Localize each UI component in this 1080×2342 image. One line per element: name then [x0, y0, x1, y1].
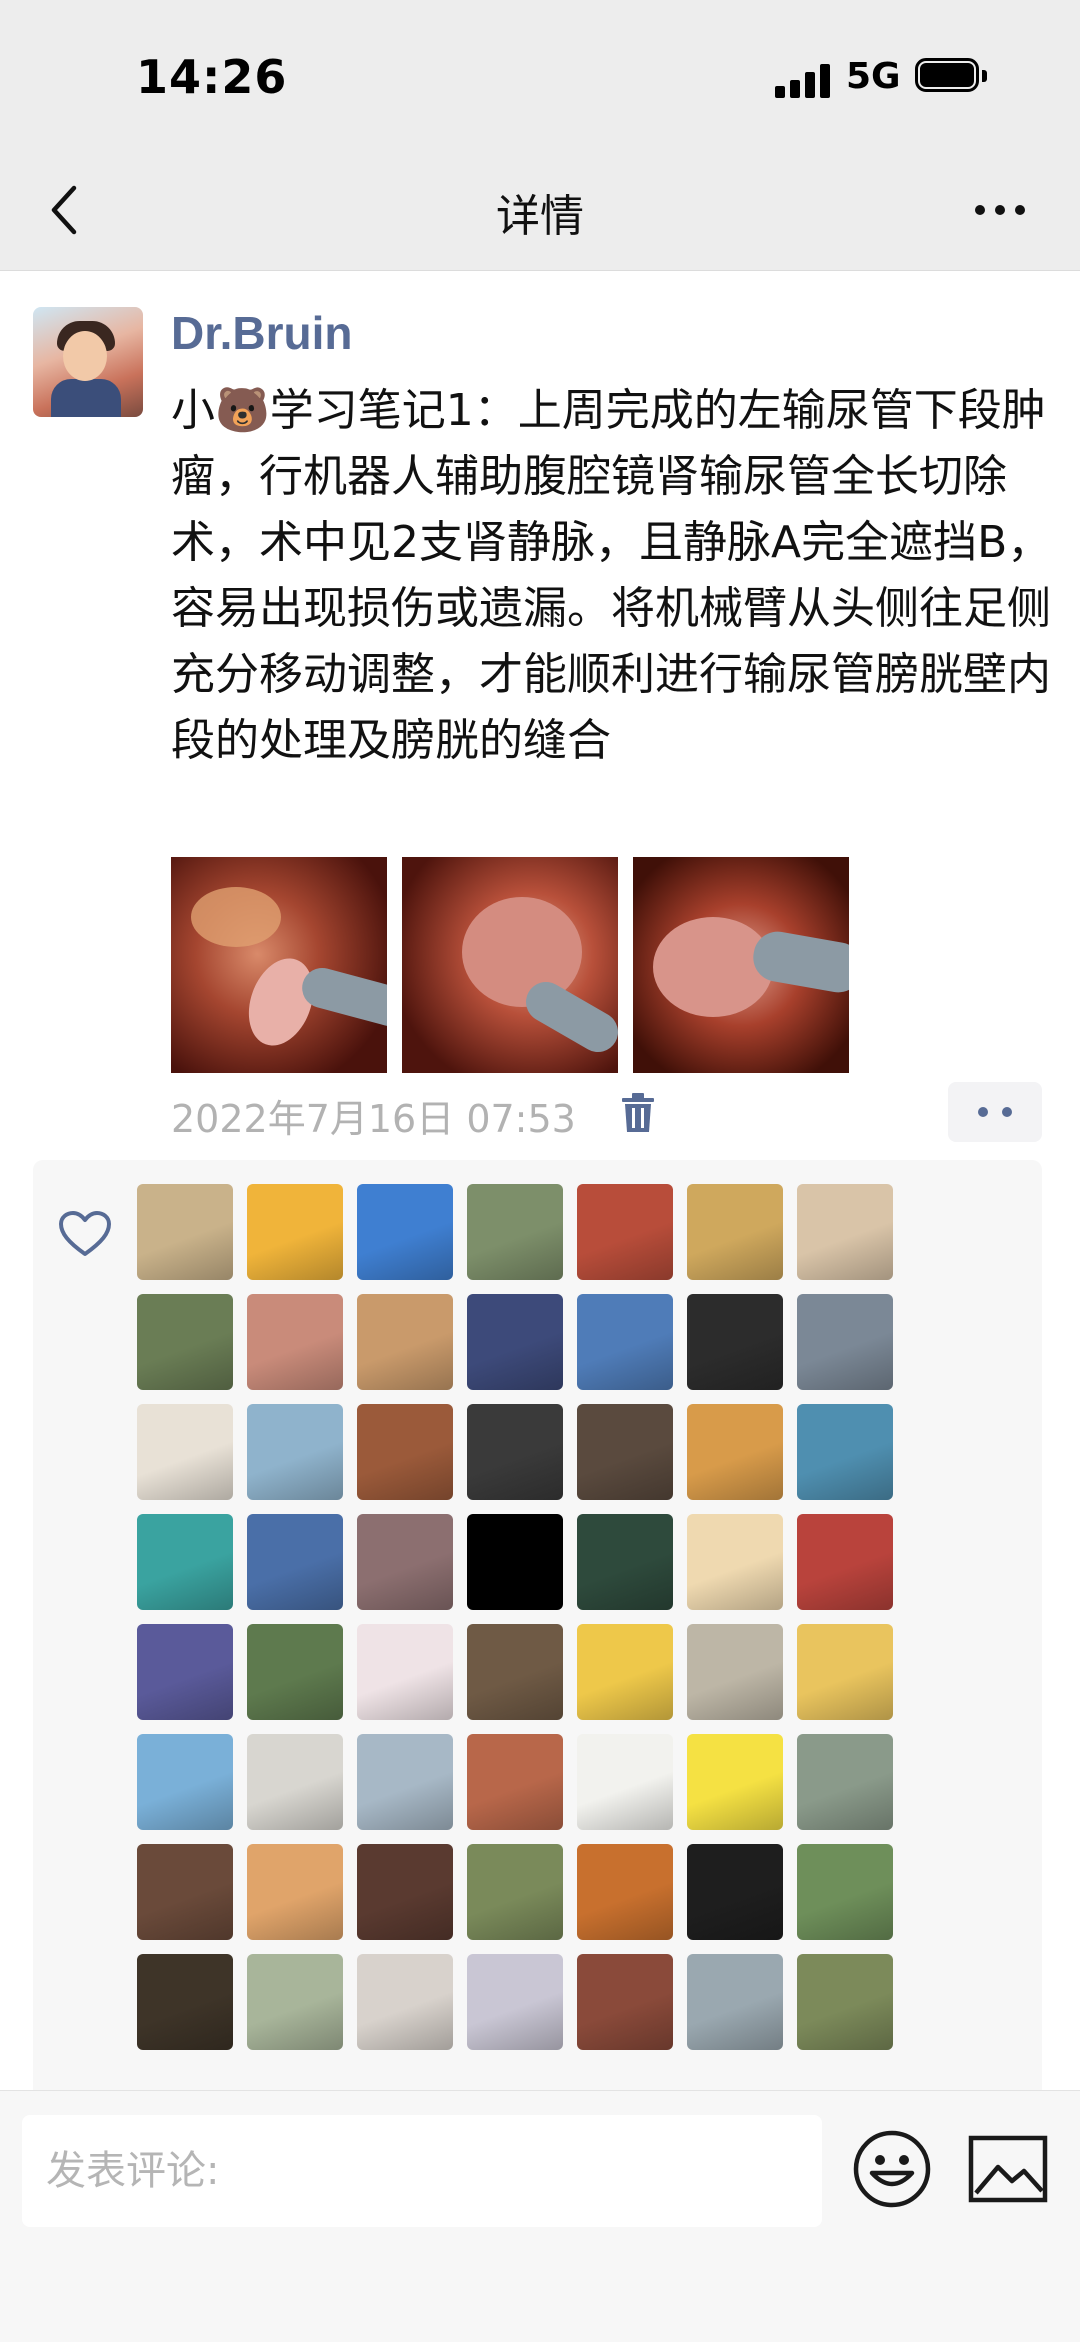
like-avatar[interactable]: [467, 1734, 563, 1830]
like-avatar[interactable]: [137, 1514, 233, 1610]
like-avatar[interactable]: [357, 1624, 453, 1720]
like-avatar[interactable]: [687, 1294, 783, 1390]
post-photo[interactable]: [402, 857, 618, 1073]
like-avatar[interactable]: [247, 1844, 343, 1940]
like-avatar[interactable]: [797, 1844, 893, 1940]
like-avatar[interactable]: [357, 1184, 453, 1280]
like-avatar[interactable]: [247, 1184, 343, 1280]
like-avatar[interactable]: [577, 1624, 673, 1720]
network-type: 5G: [846, 56, 901, 97]
like-avatar[interactable]: [577, 1184, 673, 1280]
author-avatar[interactable]: [33, 307, 143, 417]
like-avatar[interactable]: [357, 1514, 453, 1610]
image-icon[interactable]: [968, 2135, 1048, 2203]
like-avatar[interactable]: [797, 1184, 893, 1280]
battery-icon: [915, 58, 989, 96]
like-avatar[interactable]: [137, 1184, 233, 1280]
more-horizontal-icon[interactable]: [970, 190, 1030, 230]
like-avatar[interactable]: [467, 1844, 563, 1940]
like-avatar[interactable]: [797, 1514, 893, 1610]
like-avatar[interactable]: [137, 1954, 233, 2050]
like-avatar[interactable]: [137, 1844, 233, 1940]
like-avatar[interactable]: [247, 1954, 343, 2050]
like-avatar[interactable]: [357, 1734, 453, 1830]
like-avatar[interactable]: [687, 1404, 783, 1500]
post-photo[interactable]: [171, 857, 387, 1073]
like-avatar[interactable]: [137, 1734, 233, 1830]
post-timestamp: 2022年7月16日 07:53: [171, 1097, 576, 1141]
like-avatar[interactable]: [467, 1954, 563, 2050]
like-avatar[interactable]: [577, 1294, 673, 1390]
post-photo[interactable]: [633, 857, 849, 1073]
like-avatar[interactable]: [687, 1844, 783, 1940]
like-avatar[interactable]: [687, 1954, 783, 2050]
like-avatar[interactable]: [467, 1294, 563, 1390]
like-avatar[interactable]: [247, 1734, 343, 1830]
like-avatar[interactable]: [687, 1184, 783, 1280]
like-avatar[interactable]: [247, 1294, 343, 1390]
like-avatar[interactable]: [797, 1294, 893, 1390]
emoji-icon[interactable]: [852, 2129, 932, 2209]
like-avatar[interactable]: [577, 1514, 673, 1610]
like-avatar[interactable]: [797, 1954, 893, 2050]
page-title: 详情: [496, 191, 584, 242]
status-time: 14:26: [136, 50, 288, 104]
like-avatar[interactable]: [467, 1184, 563, 1280]
like-avatar[interactable]: [247, 1624, 343, 1720]
like-avatar[interactable]: [687, 1514, 783, 1610]
signal-icon: [775, 62, 831, 98]
comment-bar: [0, 2090, 1080, 2342]
author-name[interactable]: Dr.Bruin: [171, 306, 352, 360]
like-avatar[interactable]: [357, 1404, 453, 1500]
heart-icon: [59, 1211, 111, 1256]
like-avatar[interactable]: [467, 1404, 563, 1500]
like-avatar[interactable]: [137, 1404, 233, 1500]
like-avatar[interactable]: [577, 1954, 673, 2050]
like-avatar[interactable]: [797, 1624, 893, 1720]
like-avatar[interactable]: [357, 1294, 453, 1390]
comment-input[interactable]: [22, 2115, 822, 2227]
like-avatar[interactable]: [797, 1734, 893, 1830]
like-avatar[interactable]: [247, 1514, 343, 1610]
like-avatar[interactable]: [687, 1624, 783, 1720]
like-avatar[interactable]: [137, 1624, 233, 1720]
post-actions-button[interactable]: [948, 1082, 1042, 1142]
like-avatar[interactable]: [357, 1954, 453, 2050]
like-avatar[interactable]: [687, 1734, 783, 1830]
like-avatar[interactable]: [577, 1844, 673, 1940]
like-avatar[interactable]: [797, 1404, 893, 1500]
post-text: 小🐻学习笔记1：上周完成的左输尿管下段肿瘤，行机器人辅助腹腔镜肾输尿管全长切除术…: [171, 385, 1052, 766]
like-avatar[interactable]: [467, 1514, 563, 1610]
like-avatar[interactable]: [577, 1404, 673, 1500]
nav-bar: 详情: [0, 150, 1080, 271]
status-bar: 14:26 5G: [0, 0, 1080, 150]
delete-icon[interactable]: [620, 1092, 656, 1134]
like-avatar[interactable]: [247, 1404, 343, 1500]
like-avatar[interactable]: [467, 1624, 563, 1720]
like-avatar[interactable]: [357, 1844, 453, 1940]
like-avatar[interactable]: [577, 1734, 673, 1830]
like-avatar[interactable]: [137, 1294, 233, 1390]
